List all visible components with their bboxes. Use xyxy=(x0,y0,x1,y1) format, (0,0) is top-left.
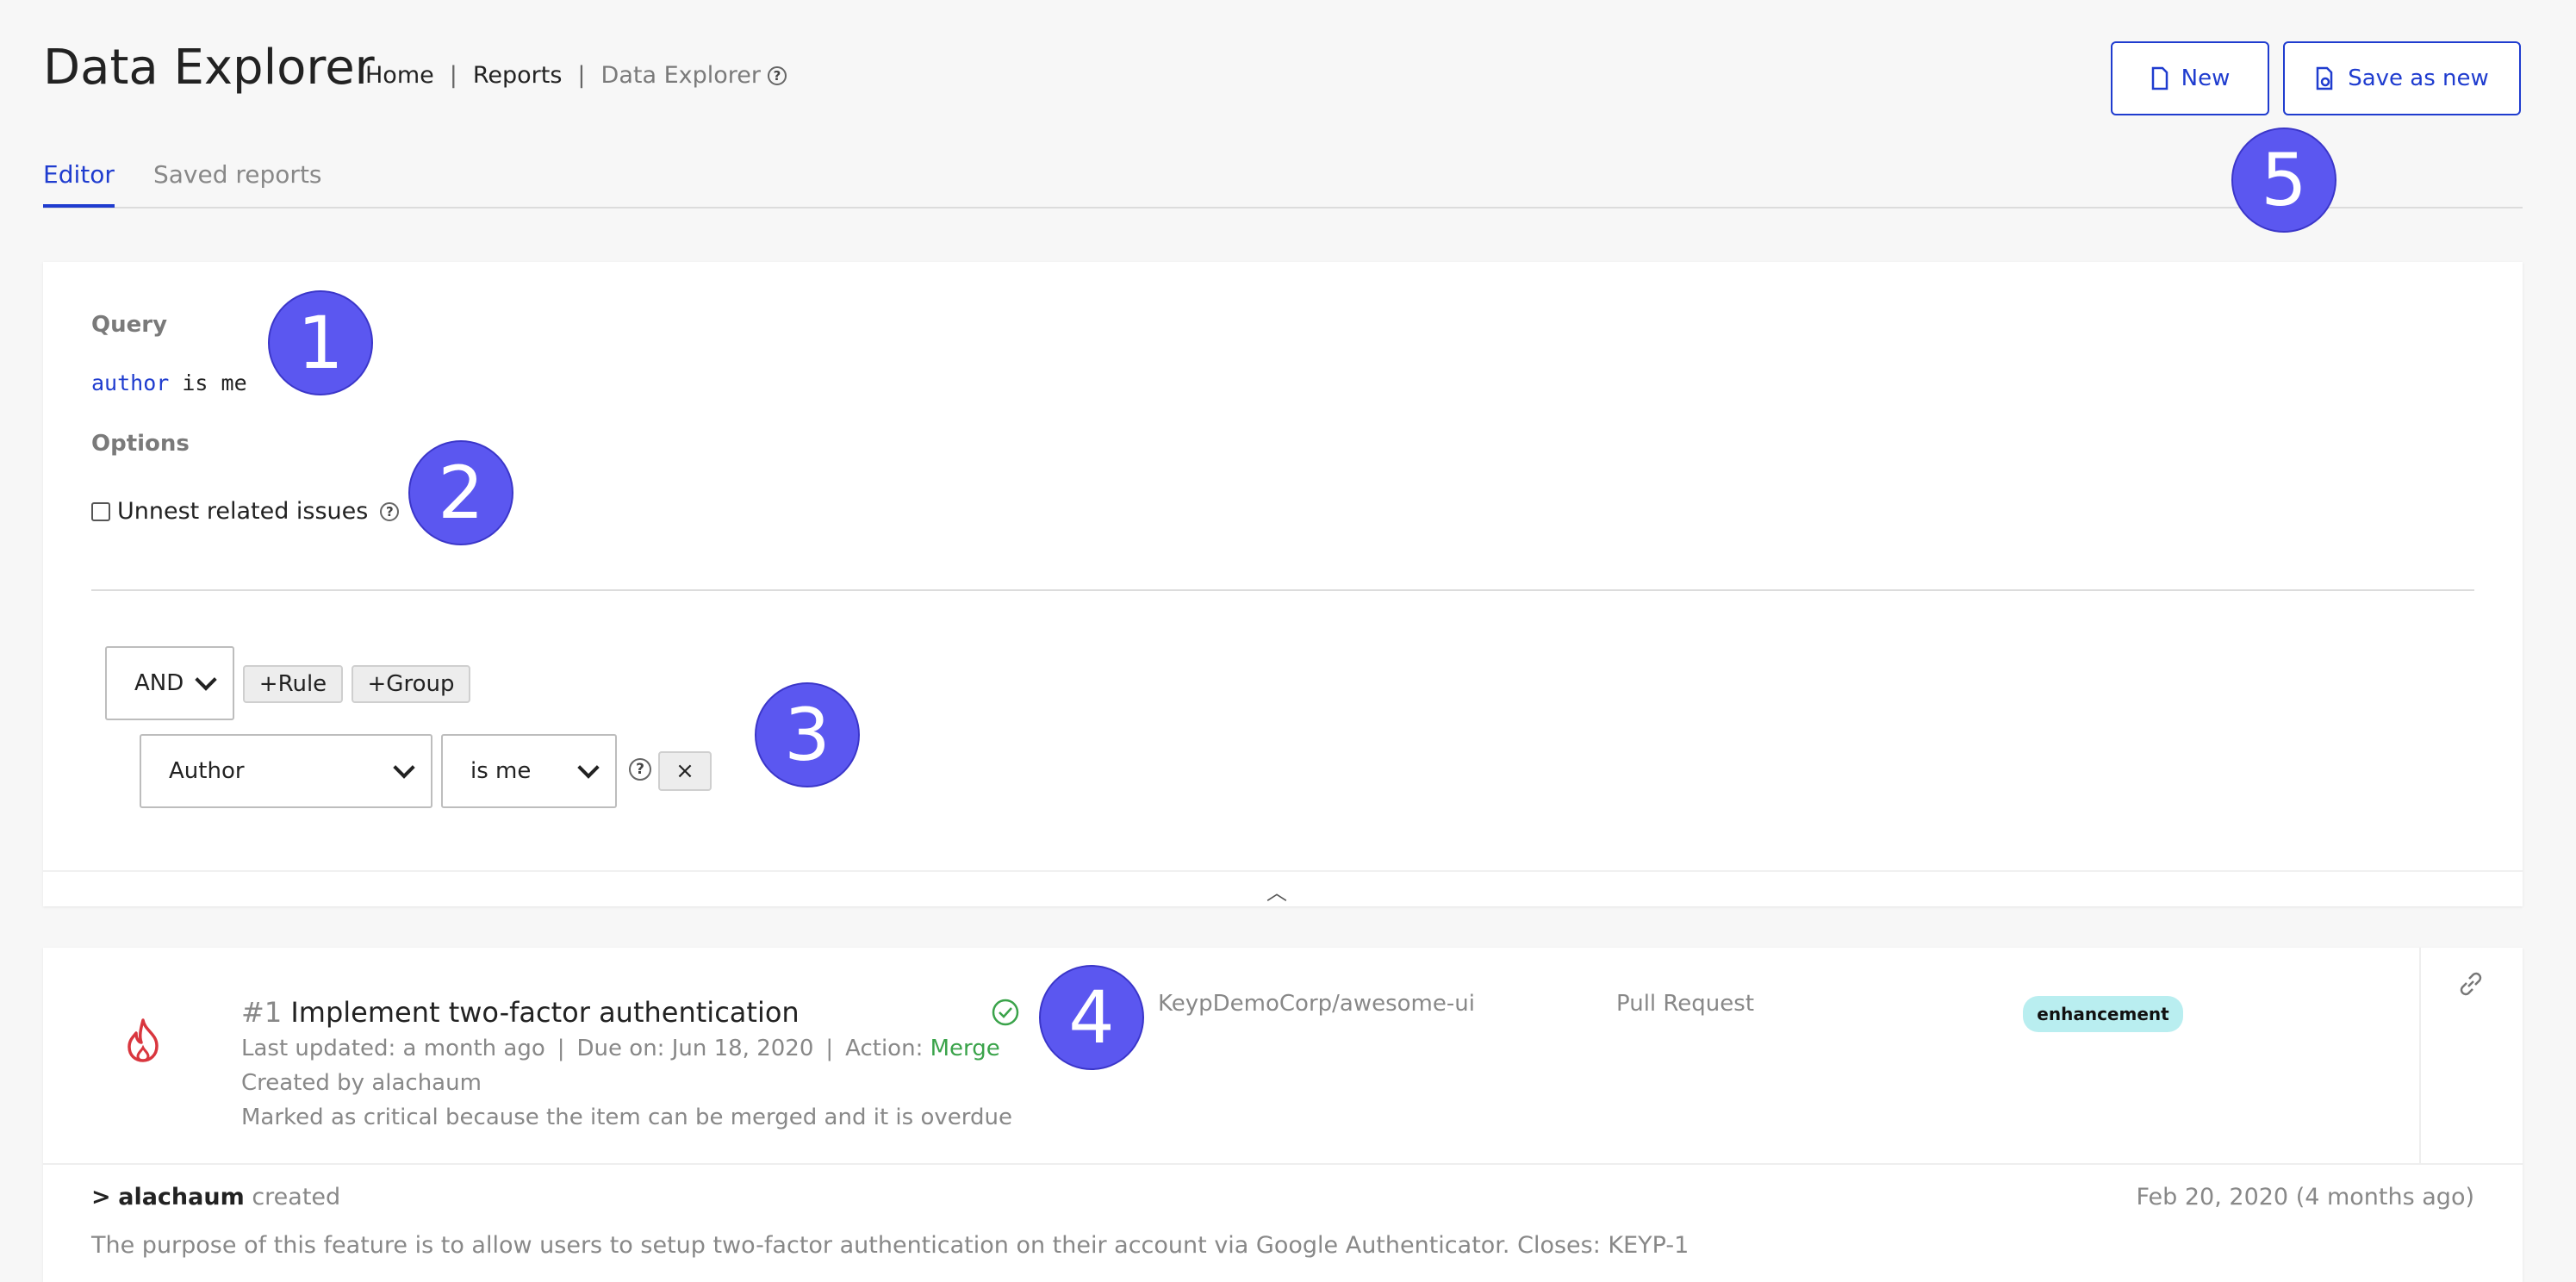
add-group-button[interactable]: +Group xyxy=(352,665,470,703)
remove-rule-button[interactable]: × xyxy=(658,751,712,791)
chevron-down-icon xyxy=(393,756,415,779)
query-text[interactable]: author is me xyxy=(91,370,247,395)
issue-meta: Last updated: a month ago | Due on: Jun … xyxy=(241,1036,1000,1061)
activity-header[interactable]: > alachaum created xyxy=(91,1184,340,1210)
breadcrumb-separator: | xyxy=(449,62,457,89)
unnest-checkbox[interactable] xyxy=(91,501,110,521)
unnest-option: Unnest related issues ? xyxy=(91,498,400,525)
rule-operator-select[interactable]: is me xyxy=(441,734,617,808)
combinator-select[interactable]: AND xyxy=(105,646,234,720)
divider xyxy=(43,1163,2523,1165)
divider xyxy=(91,589,2474,591)
step-marker-4: 4 xyxy=(1039,965,1144,1070)
breadcrumb-reports[interactable]: Reports xyxy=(473,62,563,89)
meta-separator: | xyxy=(557,1036,565,1061)
chevron-up-icon[interactable]: ︿ xyxy=(1266,875,1287,905)
query-card: Query author is me Options Unnest relate… xyxy=(43,262,2523,906)
step-marker-1: 1 xyxy=(268,290,373,395)
activity-date: Feb 20, 2020 (4 months ago) xyxy=(2136,1184,2474,1210)
breadcrumb: Home | Reports | Data Explorer ? xyxy=(365,62,787,89)
issue-card: #1 Implement two-factor authentication L… xyxy=(43,948,2523,1282)
rule-operator-value: is me xyxy=(470,758,532,784)
link-icon[interactable] xyxy=(2455,968,2486,999)
query-keyword: author xyxy=(91,370,170,395)
issue-updated: Last updated: a month ago xyxy=(241,1036,545,1061)
breadcrumb-current: Data Explorer xyxy=(600,62,761,89)
issue-due: Due on: Jun 18, 2020 xyxy=(576,1036,814,1061)
help-icon[interactable]: ? xyxy=(380,501,400,521)
issue-created-by: Created by alachaum xyxy=(241,1070,482,1096)
divider xyxy=(43,870,2523,872)
flame-icon xyxy=(128,1018,159,1062)
label-badge[interactable]: enhancement xyxy=(2023,996,2183,1032)
issue-action-label: Action: xyxy=(845,1036,924,1061)
issue-critical-note: Marked as critical because the item can … xyxy=(241,1105,1012,1130)
help-icon[interactable]: ? xyxy=(629,758,651,781)
meta-separator: | xyxy=(825,1036,834,1061)
options-label: Options xyxy=(91,431,190,457)
breadcrumb-home[interactable]: Home xyxy=(365,62,434,89)
query-rest: is me xyxy=(169,370,247,395)
activity-verb: created xyxy=(252,1184,341,1210)
activity-user: alachaum xyxy=(118,1184,245,1210)
tab-bar: Editor Saved reports xyxy=(43,160,2523,208)
page-title: Data Explorer xyxy=(43,40,375,96)
new-button[interactable]: New xyxy=(2111,41,2269,115)
step-marker-2: 2 xyxy=(408,440,513,545)
divider xyxy=(2419,948,2421,1163)
step-marker-3: 3 xyxy=(755,682,860,787)
document-icon xyxy=(2151,66,2168,90)
save-as-new-button[interactable]: Save as new xyxy=(2283,41,2521,115)
issue-title-row[interactable]: #1 Implement two-factor authentication xyxy=(241,996,800,1029)
step-marker-5: 5 xyxy=(2231,128,2336,233)
rule-field-select[interactable]: Author xyxy=(140,734,432,808)
help-icon[interactable]: ? xyxy=(768,65,787,85)
tab-saved-reports[interactable]: Saved reports xyxy=(153,160,322,204)
save-document-icon xyxy=(2316,66,2333,90)
save-as-new-button-label: Save as new xyxy=(2348,65,2489,91)
combinator-value: AND xyxy=(134,670,184,696)
query-label: Query xyxy=(91,312,168,338)
rule-field-value: Author xyxy=(169,758,245,784)
add-rule-button[interactable]: +Rule xyxy=(243,665,343,703)
issue-number: #1 xyxy=(241,996,283,1029)
chevron-down-icon xyxy=(195,669,217,691)
activity-prefix: > xyxy=(91,1184,111,1210)
issue-title: Implement two-factor authentication xyxy=(290,996,800,1029)
breadcrumb-separator: | xyxy=(577,62,586,89)
issue-type: Pull Request xyxy=(1616,991,1755,1017)
issue-action-value: Merge xyxy=(930,1036,1000,1061)
activity-description: The purpose of this feature is to allow … xyxy=(91,1232,1689,1259)
new-button-label: New xyxy=(2181,65,2231,91)
chevron-down-icon xyxy=(577,756,600,779)
issue-repo[interactable]: KeypDemoCorp/awesome-ui xyxy=(1158,991,1475,1017)
check-circle-icon xyxy=(992,999,1019,1026)
tab-editor[interactable]: Editor xyxy=(43,160,115,208)
unnest-label: Unnest related issues xyxy=(117,498,369,525)
